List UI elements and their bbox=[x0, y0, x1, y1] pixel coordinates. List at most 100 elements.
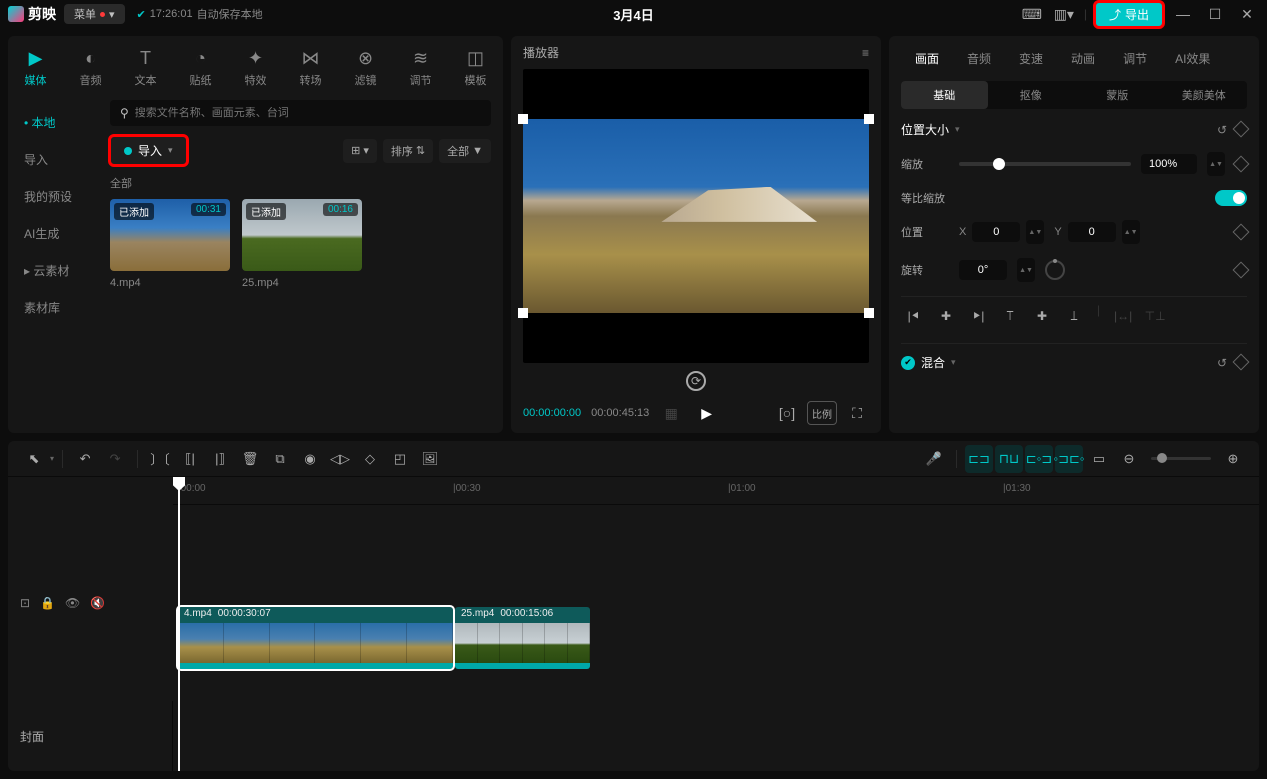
sidebar-item-2[interactable]: 我的预设 bbox=[8, 178, 98, 215]
ratio-button[interactable]: 比例 bbox=[807, 401, 837, 425]
play-button[interactable]: ▶ bbox=[701, 405, 712, 422]
fullscreen-icon[interactable]: ⛶ bbox=[845, 401, 869, 425]
pos-keyframe[interactable] bbox=[1233, 224, 1250, 241]
mic-icon[interactable]: 🎤 bbox=[920, 445, 948, 473]
sidebar-item-5[interactable]: 素材库 bbox=[8, 289, 98, 326]
pos-x-input[interactable] bbox=[972, 222, 1020, 242]
view-toggle[interactable]: ⊞▾ bbox=[343, 139, 377, 163]
tool-tab-8[interactable]: ◫模板 bbox=[448, 44, 503, 92]
align-right[interactable]: ⯈| bbox=[965, 303, 991, 329]
align-bottom[interactable]: ⟘ bbox=[1061, 303, 1087, 329]
eye-icon[interactable]: 👁 bbox=[65, 596, 80, 610]
focus-icon[interactable]: [○] bbox=[775, 401, 799, 425]
snap-tool[interactable]: ◦⊐⊏◦ bbox=[1055, 445, 1083, 473]
align-left[interactable]: |⯇ bbox=[901, 303, 927, 329]
record-tool[interactable]: ◉ bbox=[296, 445, 324, 473]
prop-tab-4[interactable]: 调节 bbox=[1109, 44, 1161, 73]
tool-tab-2[interactable]: T文本 bbox=[118, 44, 173, 92]
align-center-h[interactable]: ✚ bbox=[933, 303, 959, 329]
trim-right-tool[interactable]: |⟧ bbox=[206, 445, 234, 473]
reset-icon[interactable]: ↺ bbox=[1217, 123, 1227, 137]
magnet-a[interactable]: ⊏⊐ bbox=[965, 445, 993, 473]
sub-tab-1[interactable]: 抠像 bbox=[988, 81, 1075, 109]
prop-tab-0[interactable]: 画面 bbox=[901, 44, 953, 73]
trim-left-tool[interactable]: ⟦| bbox=[176, 445, 204, 473]
pos-y-input[interactable] bbox=[1068, 222, 1116, 242]
filter-all[interactable]: 全部▼ bbox=[439, 139, 491, 163]
handle-tr[interactable] bbox=[864, 114, 874, 124]
link-tool[interactable]: ⊏◦⊐ bbox=[1025, 445, 1053, 473]
import-button[interactable]: 导入▾ bbox=[110, 136, 187, 165]
tool-tab-5[interactable]: ⋈转场 bbox=[283, 44, 338, 92]
prop-tab-3[interactable]: 动画 bbox=[1057, 44, 1109, 73]
distribute-h[interactable]: |↔| bbox=[1110, 303, 1136, 329]
redo-button[interactable]: ↷ bbox=[101, 445, 129, 473]
sub-tab-2[interactable]: 蒙版 bbox=[1074, 81, 1161, 109]
sidebar-item-0[interactable]: • 本地 bbox=[8, 104, 98, 141]
undo-button[interactable]: ↶ bbox=[71, 445, 99, 473]
player-frame[interactable] bbox=[523, 119, 869, 314]
rotate-tool[interactable]: ◇ bbox=[356, 445, 384, 473]
layout-icon[interactable]: ▥▾ bbox=[1052, 2, 1076, 26]
rotate-spinner[interactable]: ▲▼ bbox=[1017, 258, 1035, 282]
zoom-out[interactable]: ⊖ bbox=[1115, 445, 1143, 473]
scale-keyframe[interactable] bbox=[1233, 156, 1250, 173]
tool-tab-3[interactable]: ◔贴纸 bbox=[173, 44, 228, 92]
keyframe-icon[interactable] bbox=[1233, 120, 1250, 137]
player-menu-icon[interactable]: ≡ bbox=[862, 46, 869, 60]
export-button[interactable]: ⤴导出 bbox=[1095, 2, 1163, 27]
search-bar[interactable]: ⚲ bbox=[110, 100, 491, 126]
rotate-input[interactable] bbox=[959, 260, 1007, 280]
tool-tab-0[interactable]: ▶媒体 bbox=[8, 44, 63, 92]
lock-icon[interactable]: 🔒 bbox=[40, 596, 55, 610]
equal-scale-toggle[interactable] bbox=[1215, 190, 1247, 206]
mix-reset-icon[interactable]: ↺ bbox=[1217, 356, 1227, 370]
scale-slider[interactable] bbox=[959, 162, 1131, 166]
preview-tool[interactable]: ▭ bbox=[1085, 445, 1113, 473]
media-thumb[interactable]: 已添加00:314.mp4 bbox=[110, 199, 230, 289]
handle-tl[interactable] bbox=[518, 114, 528, 124]
mix-check-icon[interactable]: ✔ bbox=[901, 356, 915, 370]
keyboard-icon[interactable]: ⌨ bbox=[1020, 2, 1044, 26]
playhead[interactable] bbox=[178, 477, 180, 771]
magnet-b[interactable]: ⊓⊔ bbox=[995, 445, 1023, 473]
sidebar-item-4[interactable]: ▸ 云素材 bbox=[8, 252, 98, 289]
prop-tab-5[interactable]: AI效果 bbox=[1161, 44, 1224, 73]
align-top[interactable]: ⟙ bbox=[997, 303, 1023, 329]
mix-keyframe[interactable] bbox=[1233, 353, 1250, 370]
split-tool[interactable]: 〕〔 bbox=[146, 445, 174, 473]
sidebar-item-1[interactable]: 导入 bbox=[8, 141, 98, 178]
prop-tab-2[interactable]: 变速 bbox=[1005, 44, 1057, 73]
tool-tab-1[interactable]: ◐音频 bbox=[63, 44, 118, 92]
ai-tool[interactable]: 🖼 bbox=[416, 445, 444, 473]
tool-tab-7[interactable]: ≋调节 bbox=[393, 44, 448, 92]
close-button[interactable]: ✕ bbox=[1235, 2, 1259, 26]
sub-tab-0[interactable]: 基础 bbox=[901, 81, 988, 109]
timeline-clip[interactable]: 4.mp400:00:30:07 bbox=[178, 607, 453, 669]
delete-tool[interactable]: 🗑 bbox=[236, 445, 264, 473]
sub-tab-3[interactable]: 美颜美体 bbox=[1161, 81, 1248, 109]
handle-br[interactable] bbox=[864, 308, 874, 318]
mute-icon[interactable]: 🔇 bbox=[90, 596, 105, 610]
cover-label[interactable]: 封面 bbox=[8, 701, 173, 771]
menu-button[interactable]: 菜单▾ bbox=[64, 4, 125, 24]
distribute-v[interactable]: ⊤⊥ bbox=[1142, 303, 1168, 329]
grid-icon[interactable]: ▦ bbox=[659, 401, 683, 425]
rotate-keyframe[interactable] bbox=[1233, 262, 1250, 279]
expand-icon[interactable]: ⊡ bbox=[20, 596, 30, 610]
cursor-tool[interactable]: ⬉ bbox=[20, 445, 48, 473]
tool-tab-6[interactable]: ⊗滤镜 bbox=[338, 44, 393, 92]
pos-x-spinner[interactable]: ▲▼ bbox=[1026, 220, 1044, 244]
zoom-slider[interactable] bbox=[1151, 457, 1211, 460]
media-thumb[interactable]: 已添加00:1625.mp4 bbox=[242, 199, 362, 289]
copy-tool[interactable]: ⧉ bbox=[266, 445, 294, 473]
rotate-handle-icon[interactable]: ⟳ bbox=[686, 371, 706, 391]
scale-spinner[interactable]: ▲▼ bbox=[1207, 152, 1225, 176]
mirror-tool[interactable]: ◁▷ bbox=[326, 445, 354, 473]
player-viewport[interactable]: ⟳ bbox=[523, 69, 869, 363]
zoom-in[interactable]: ⊕ bbox=[1219, 445, 1247, 473]
timeline-clip[interactable]: 25.mp400:00:15:06 bbox=[455, 607, 590, 669]
align-center-v[interactable]: ✚ bbox=[1029, 303, 1055, 329]
handle-bl[interactable] bbox=[518, 308, 528, 318]
scale-value[interactable]: 100% bbox=[1141, 154, 1197, 174]
